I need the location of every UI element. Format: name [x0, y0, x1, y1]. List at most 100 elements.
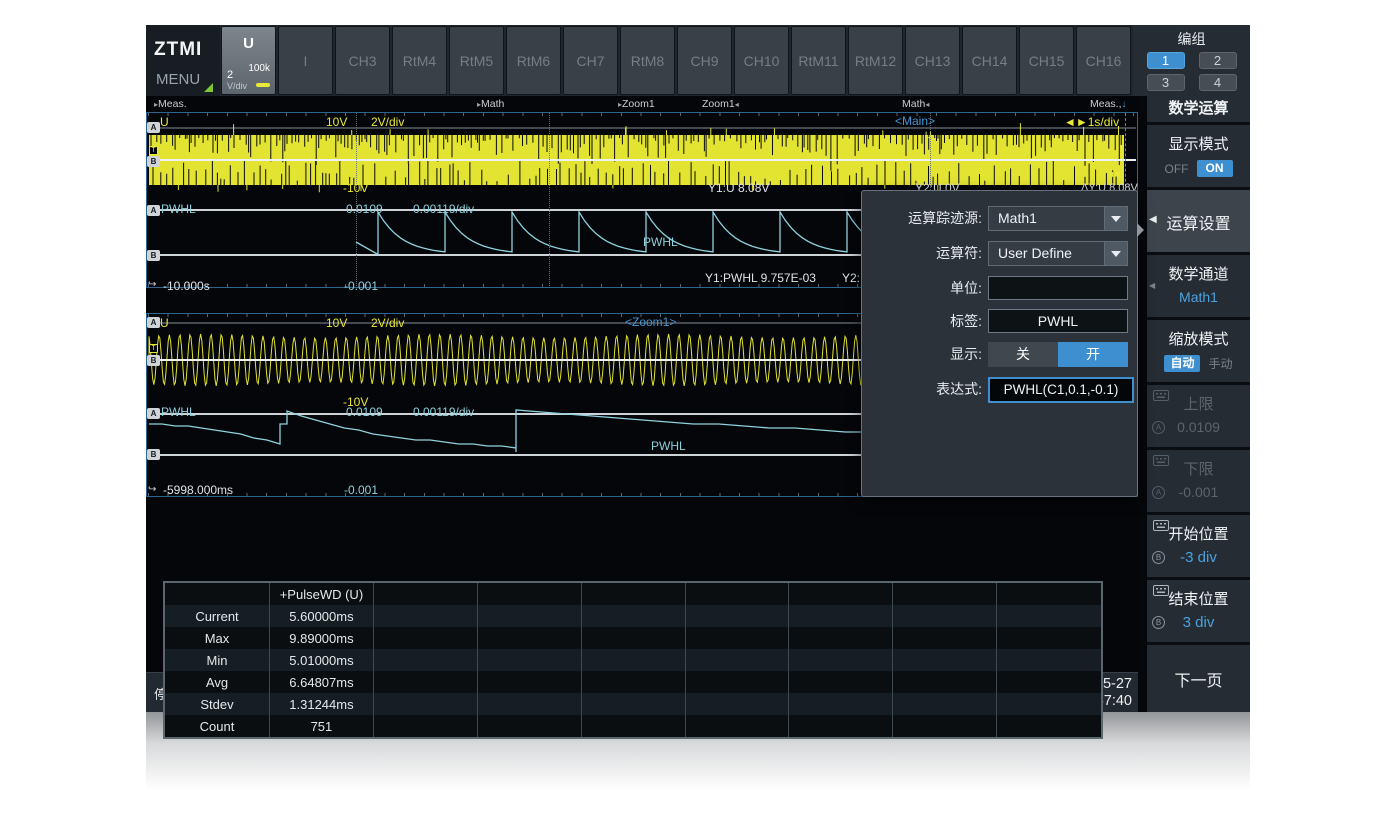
marker-b-icon[interactable]: B — [147, 156, 160, 167]
channel-tab-ch15[interactable]: CH15 — [1019, 26, 1074, 95]
main-channel-label: U — [160, 116, 169, 129]
ruler-label-meas[interactable]: Meas.,↓ — [1090, 98, 1127, 110]
source-dropdown[interactable]: Math1 — [988, 206, 1128, 231]
marker-a-icon[interactable]: A — [147, 122, 160, 133]
ruler-label-zoom1[interactable]: Zoom1◂ — [702, 98, 739, 110]
ruler-label-math[interactable]: Math◂ — [902, 98, 929, 110]
trigger-position-marker[interactable]: U — [925, 129, 932, 142]
channel-tab-rtm6[interactable]: RtM6 — [506, 26, 561, 95]
display-on-option[interactable]: 开 — [1058, 342, 1128, 367]
zoom-channel-label: U — [160, 317, 169, 330]
operator-label: 运算符: — [862, 240, 982, 267]
marker-b-icon[interactable]: B — [147, 250, 160, 261]
marker-b-icon[interactable]: B — [147, 355, 160, 366]
sidebar-item-start-position[interactable]: B 开始位置 -3 div — [1147, 515, 1250, 577]
channel-tab-ch3[interactable]: CH3 — [335, 26, 390, 95]
measurement-table: +PulseWD (U)Current5.60000msMax9.89000ms… — [163, 581, 1103, 739]
channel-tab-rtm11[interactable]: RtM11 — [791, 26, 846, 95]
zoom-mode-manual[interactable]: 手动 — [1208, 355, 1232, 372]
cursor-readout-y1: Y1:U 8.08V — [708, 182, 769, 195]
channel-tab-ch14[interactable]: CH14 — [962, 26, 1017, 95]
sidebar-item-upper-limit[interactable]: A 上限 0.0109 — [1147, 385, 1250, 447]
channel-tab-label: RtM6 — [517, 53, 550, 69]
table-empty-header — [893, 583, 997, 605]
menu-button[interactable]: MENU — [156, 71, 200, 88]
display-off-option[interactable]: 关 — [988, 342, 1058, 367]
sidebar-item-end-position[interactable]: B 结束位置 3 div — [1147, 580, 1250, 642]
operator-value: User Define — [998, 245, 1072, 261]
table-row-value: 6.64807ms — [270, 671, 374, 693]
table-empty-cell — [478, 715, 582, 737]
dialog-notch — [1137, 223, 1144, 237]
channel-tab-label: CH15 — [1029, 53, 1065, 69]
table-empty-cell — [582, 627, 686, 649]
section-divider[interactable] — [549, 113, 550, 288]
table-empty-cell — [997, 605, 1101, 627]
chevron-down-icon[interactable] — [1104, 242, 1127, 265]
channel-tab-ch7[interactable]: CH7 — [563, 26, 618, 95]
channel-tab-label: CH16 — [1086, 53, 1122, 69]
oscilloscope-screen: ZTMI MENU U2V/div100kICH3RtM4RtM5RtM6CH7… — [146, 25, 1250, 712]
marker-b-icon[interactable]: B — [147, 449, 160, 460]
table-row: Count751 — [165, 715, 1101, 737]
marker-a-icon[interactable]: A — [147, 317, 160, 328]
table-corner-cell — [165, 583, 270, 605]
ruler-label-text: Math — [481, 98, 504, 110]
ruler-label-zoom1[interactable]: ▸Zoom1 — [618, 98, 655, 110]
display-mode-on[interactable]: ON — [1197, 160, 1233, 177]
source-value: Math1 — [998, 210, 1037, 226]
sidebar-item-math-channel[interactable]: ◀ 数学通道 Math1 — [1147, 255, 1250, 317]
group-button-1[interactable]: 1 — [1147, 52, 1185, 69]
table-empty-cell — [374, 627, 478, 649]
table-column-header: +PulseWD (U) — [270, 583, 374, 605]
table-empty-cell — [893, 715, 997, 737]
channel-tab-ch9[interactable]: CH9 — [677, 26, 732, 95]
table-empty-cell — [893, 693, 997, 715]
zoom-mode-auto[interactable]: 自动 — [1164, 355, 1200, 372]
tag-input[interactable]: PWHL — [988, 309, 1128, 333]
channel-tab-rtm4[interactable]: RtM4 — [392, 26, 447, 95]
right-level-marker[interactable]: ◄■ — [1106, 168, 1120, 181]
channel-tab-ch13[interactable]: CH13 — [905, 26, 960, 95]
channel-tab-rtm8[interactable]: RtM8 — [620, 26, 675, 95]
sidebar-item-display-mode[interactable]: 显示模式 OFF ON — [1147, 125, 1250, 187]
ruler-label-meas[interactable]: ▸Meas. — [154, 98, 187, 110]
display-mode-off[interactable]: OFF — [1165, 162, 1189, 176]
trigger-t-icon[interactable]: T — [149, 344, 158, 353]
operator-dropdown[interactable]: User Define — [988, 241, 1128, 266]
group-panel: 编组 1234 — [1133, 25, 1250, 96]
table-empty-cell — [686, 715, 790, 737]
left-arrow-icon: ◀ — [1149, 214, 1157, 225]
group-button-3[interactable]: 3 — [1147, 74, 1185, 91]
channel-tab-rtm5[interactable]: RtM5 — [449, 26, 504, 95]
unit-input[interactable] — [988, 276, 1128, 300]
math-channel-value: Math1 — [1147, 289, 1250, 305]
table-empty-cell — [374, 693, 478, 715]
sidebar-item-calc-settings[interactable]: ◀ 运算设置 — [1147, 190, 1250, 252]
channel-tab-label: U — [243, 35, 254, 52]
group-button-2[interactable]: 2 — [1199, 52, 1237, 69]
left-arrow-icon: ◀ — [1149, 281, 1155, 290]
channel-tab-i[interactable]: I — [278, 26, 333, 95]
expression-label: 表达式: — [862, 376, 982, 403]
marker-a-icon[interactable]: A — [147, 205, 160, 216]
math-settings-dialog: 运算踪迹源: Math1 运算符: User Define 单位: 标签: PW… — [861, 190, 1138, 497]
marker-a-icon[interactable]: A — [147, 408, 160, 419]
channel-tab-ch16[interactable]: CH16 — [1076, 26, 1131, 95]
expression-input[interactable]: PWHL(C1,0.1,-0.1) — [988, 377, 1134, 403]
section-divider[interactable] — [356, 113, 357, 288]
sidebar-item-zoom-mode[interactable]: 缩放模式 自动 手动 — [1147, 320, 1250, 382]
next-page-button[interactable]: 下一页 — [1147, 645, 1250, 712]
sidebar-item-lower-limit[interactable]: A 下限 -0.001 — [1147, 450, 1250, 512]
channel-tab-rtm12[interactable]: RtM12 — [848, 26, 903, 95]
trigger-t-icon[interactable]: T — [149, 146, 158, 155]
math-trace-label: PWHL — [643, 236, 678, 249]
table-empty-header — [582, 583, 686, 605]
chevron-down-icon[interactable] — [1104, 207, 1127, 230]
channel-tab-u[interactable]: U2V/div100k — [221, 26, 276, 95]
ruler-label-math[interactable]: ▸Math — [477, 98, 504, 110]
table-row-value: 5.60000ms — [270, 605, 374, 627]
zoom-title: <Zoom1> — [625, 316, 676, 329]
channel-tab-ch10[interactable]: CH10 — [734, 26, 789, 95]
group-button-4[interactable]: 4 — [1199, 74, 1237, 91]
